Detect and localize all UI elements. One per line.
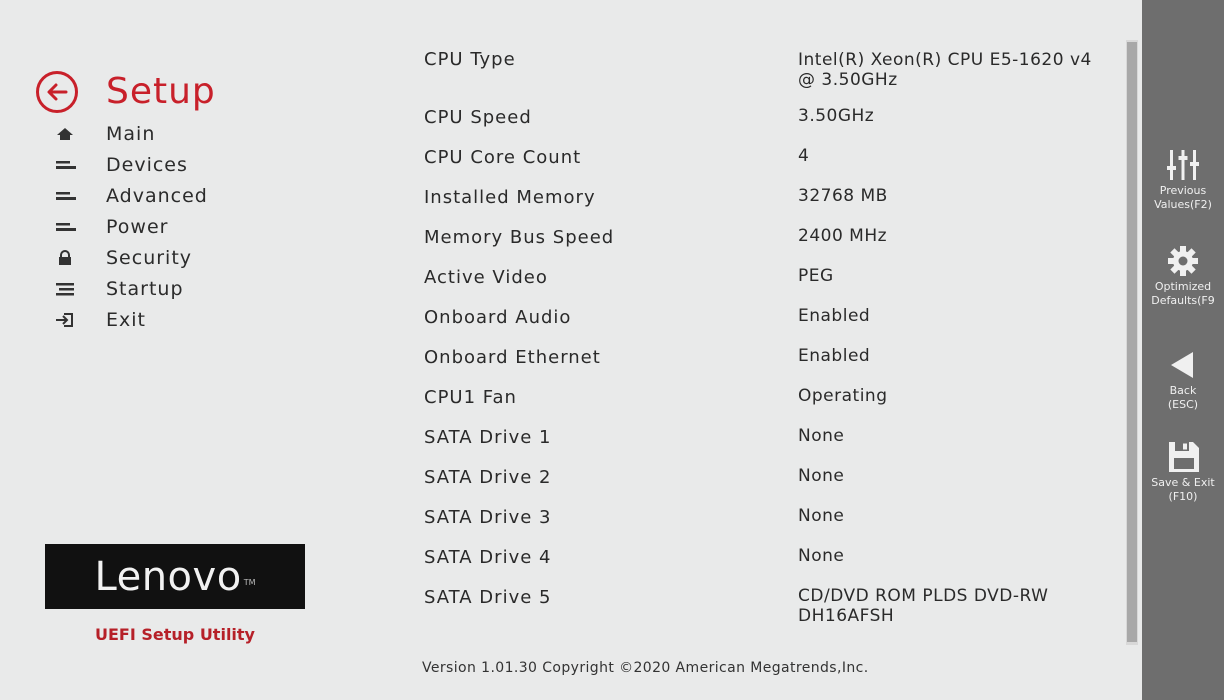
info-value: 32768 MB — [798, 186, 888, 206]
info-row[interactable]: SATA Drive 5 CD/DVD ROM PLDS DVD-RW DH16A… — [424, 586, 1124, 626]
info-key: Onboard Audio — [424, 307, 572, 328]
exit-icon — [48, 310, 82, 330]
nav-item-startup[interactable]: Startup — [48, 273, 208, 304]
info-value: PEG — [798, 266, 834, 286]
info-row[interactable]: CPU Type Intel(R) Xeon(R) CPU E5-1620 v4 … — [424, 48, 1124, 106]
info-value: None — [798, 506, 845, 526]
info-value: None — [798, 426, 845, 446]
optimized-defaults-button[interactable]: Optimized Defaults(F9 — [1142, 244, 1224, 308]
navigation-panel: Setup Main Devices Advanced Power Securi… — [0, 0, 395, 700]
info-value: Enabled — [798, 306, 871, 326]
info-row[interactable]: Active Video PEG — [424, 266, 1124, 306]
info-key: SATA Drive 2 — [424, 467, 552, 488]
info-key: Active Video — [424, 267, 548, 288]
sliders-icon — [1167, 150, 1199, 180]
info-value: 3.50GHz — [798, 106, 875, 126]
nav-menu: Main Devices Advanced Power Security Sta… — [48, 118, 208, 335]
info-row[interactable]: Installed Memory 32768 MB — [424, 186, 1124, 226]
nav-item-power[interactable]: Power — [48, 211, 208, 242]
home-icon — [48, 124, 82, 144]
previous-values-button[interactable]: Previous Values(F2) — [1142, 148, 1224, 212]
back-arrow-icon[interactable] — [36, 71, 78, 113]
info-value: None — [798, 466, 845, 486]
info-key: CPU Type — [424, 49, 516, 70]
info-row[interactable]: Onboard Audio Enabled — [424, 306, 1124, 346]
info-value: 4 — [798, 146, 810, 166]
nav-item-main[interactable]: Main — [48, 118, 208, 149]
system-info-table: CPU Type Intel(R) Xeon(R) CPU E5-1620 v4 … — [424, 48, 1124, 626]
nav-item-devices[interactable]: Devices — [48, 149, 208, 180]
fn-label: Optimized — [1154, 280, 1212, 293]
fn-label: (F10) — [1168, 490, 1198, 503]
fn-label: (ESC) — [1167, 398, 1199, 411]
info-key: Installed Memory — [424, 187, 596, 208]
lock-icon — [48, 248, 82, 268]
gear-icon — [1168, 246, 1198, 276]
nav-item-label: Main — [106, 122, 156, 145]
info-row[interactable]: CPU1 Fan Operating — [424, 386, 1124, 426]
info-value: 2400 MHz — [798, 226, 888, 246]
version-footer: Version 1.01.30 Copyright ©2020 American… — [422, 660, 869, 676]
info-value: Intel(R) Xeon(R) CPU E5-1620 v4 @ 3.50GH… — [798, 50, 1092, 90]
info-value: Enabled — [798, 346, 871, 366]
back-button[interactable]: Back (ESC) — [1142, 348, 1224, 412]
save-exit-button[interactable]: Save & Exit (F10) — [1142, 440, 1224, 504]
nav-item-label: Security — [106, 246, 193, 269]
info-row[interactable]: Onboard Ethernet Enabled — [424, 346, 1124, 386]
floppy-disk-icon — [1169, 442, 1199, 472]
info-row[interactable]: SATA Drive 3 None — [424, 506, 1124, 546]
fn-label: Back — [1169, 384, 1197, 397]
nav-item-exit[interactable]: Exit — [48, 304, 208, 335]
function-key-bar: Previous Values(F2) Optimized Defaults(F… — [1142, 0, 1224, 700]
info-value: None — [798, 546, 845, 566]
fn-label: Values(F2) — [1154, 198, 1212, 211]
fn-label: Save & Exit — [1151, 476, 1215, 489]
page-title: Setup — [106, 71, 216, 112]
info-row[interactable]: SATA Drive 4 None — [424, 546, 1124, 586]
info-key: Memory Bus Speed — [424, 227, 615, 248]
fn-label: Defaults(F9 — [1151, 294, 1215, 307]
info-key: SATA Drive 3 — [424, 507, 552, 528]
nav-item-label: Advanced — [106, 184, 208, 207]
back-triangle-icon — [1171, 352, 1193, 378]
info-row[interactable]: CPU Speed 3.50GHz — [424, 106, 1124, 146]
lenovo-logo: Lenovo TM — [45, 544, 305, 609]
info-row[interactable]: CPU Core Count 4 — [424, 146, 1124, 186]
title-row: Setup — [36, 70, 216, 114]
info-key: Onboard Ethernet — [424, 347, 601, 368]
info-key: SATA Drive 1 — [424, 427, 552, 448]
nav-item-security[interactable]: Security — [48, 242, 208, 273]
nav-item-label: Devices — [106, 153, 188, 176]
startup-icon — [48, 279, 82, 299]
info-key: CPU1 Fan — [424, 387, 517, 408]
nav-item-label: Exit — [106, 308, 146, 331]
logo-text: Lenovo — [94, 553, 242, 600]
menu-lines-icon — [48, 155, 82, 175]
info-row[interactable]: Memory Bus Speed 2400 MHz — [424, 226, 1124, 266]
utility-label: UEFI Setup Utility — [95, 625, 255, 644]
info-value: Operating — [798, 386, 888, 406]
nav-item-label: Power — [106, 215, 169, 238]
menu-lines-icon — [48, 186, 82, 206]
logo-trademark: TM — [243, 578, 256, 587]
info-value: CD/DVD ROM PLDS DVD-RW DH16AFSH — [798, 586, 1049, 626]
nav-item-advanced[interactable]: Advanced — [48, 180, 208, 211]
info-key: SATA Drive 5 — [424, 587, 552, 608]
menu-lines-icon — [48, 217, 82, 237]
fn-label: Previous — [1159, 184, 1207, 197]
nav-item-label: Startup — [106, 277, 184, 300]
info-key: CPU Core Count — [424, 147, 582, 168]
scrollbar-thumb[interactable] — [1127, 42, 1137, 642]
info-key: SATA Drive 4 — [424, 547, 552, 568]
info-row[interactable]: SATA Drive 1 None — [424, 426, 1124, 466]
uefi-setup-screen: Setup Main Devices Advanced Power Securi… — [0, 0, 1224, 700]
info-row[interactable]: SATA Drive 2 None — [424, 466, 1124, 506]
info-key: CPU Speed — [424, 107, 532, 128]
